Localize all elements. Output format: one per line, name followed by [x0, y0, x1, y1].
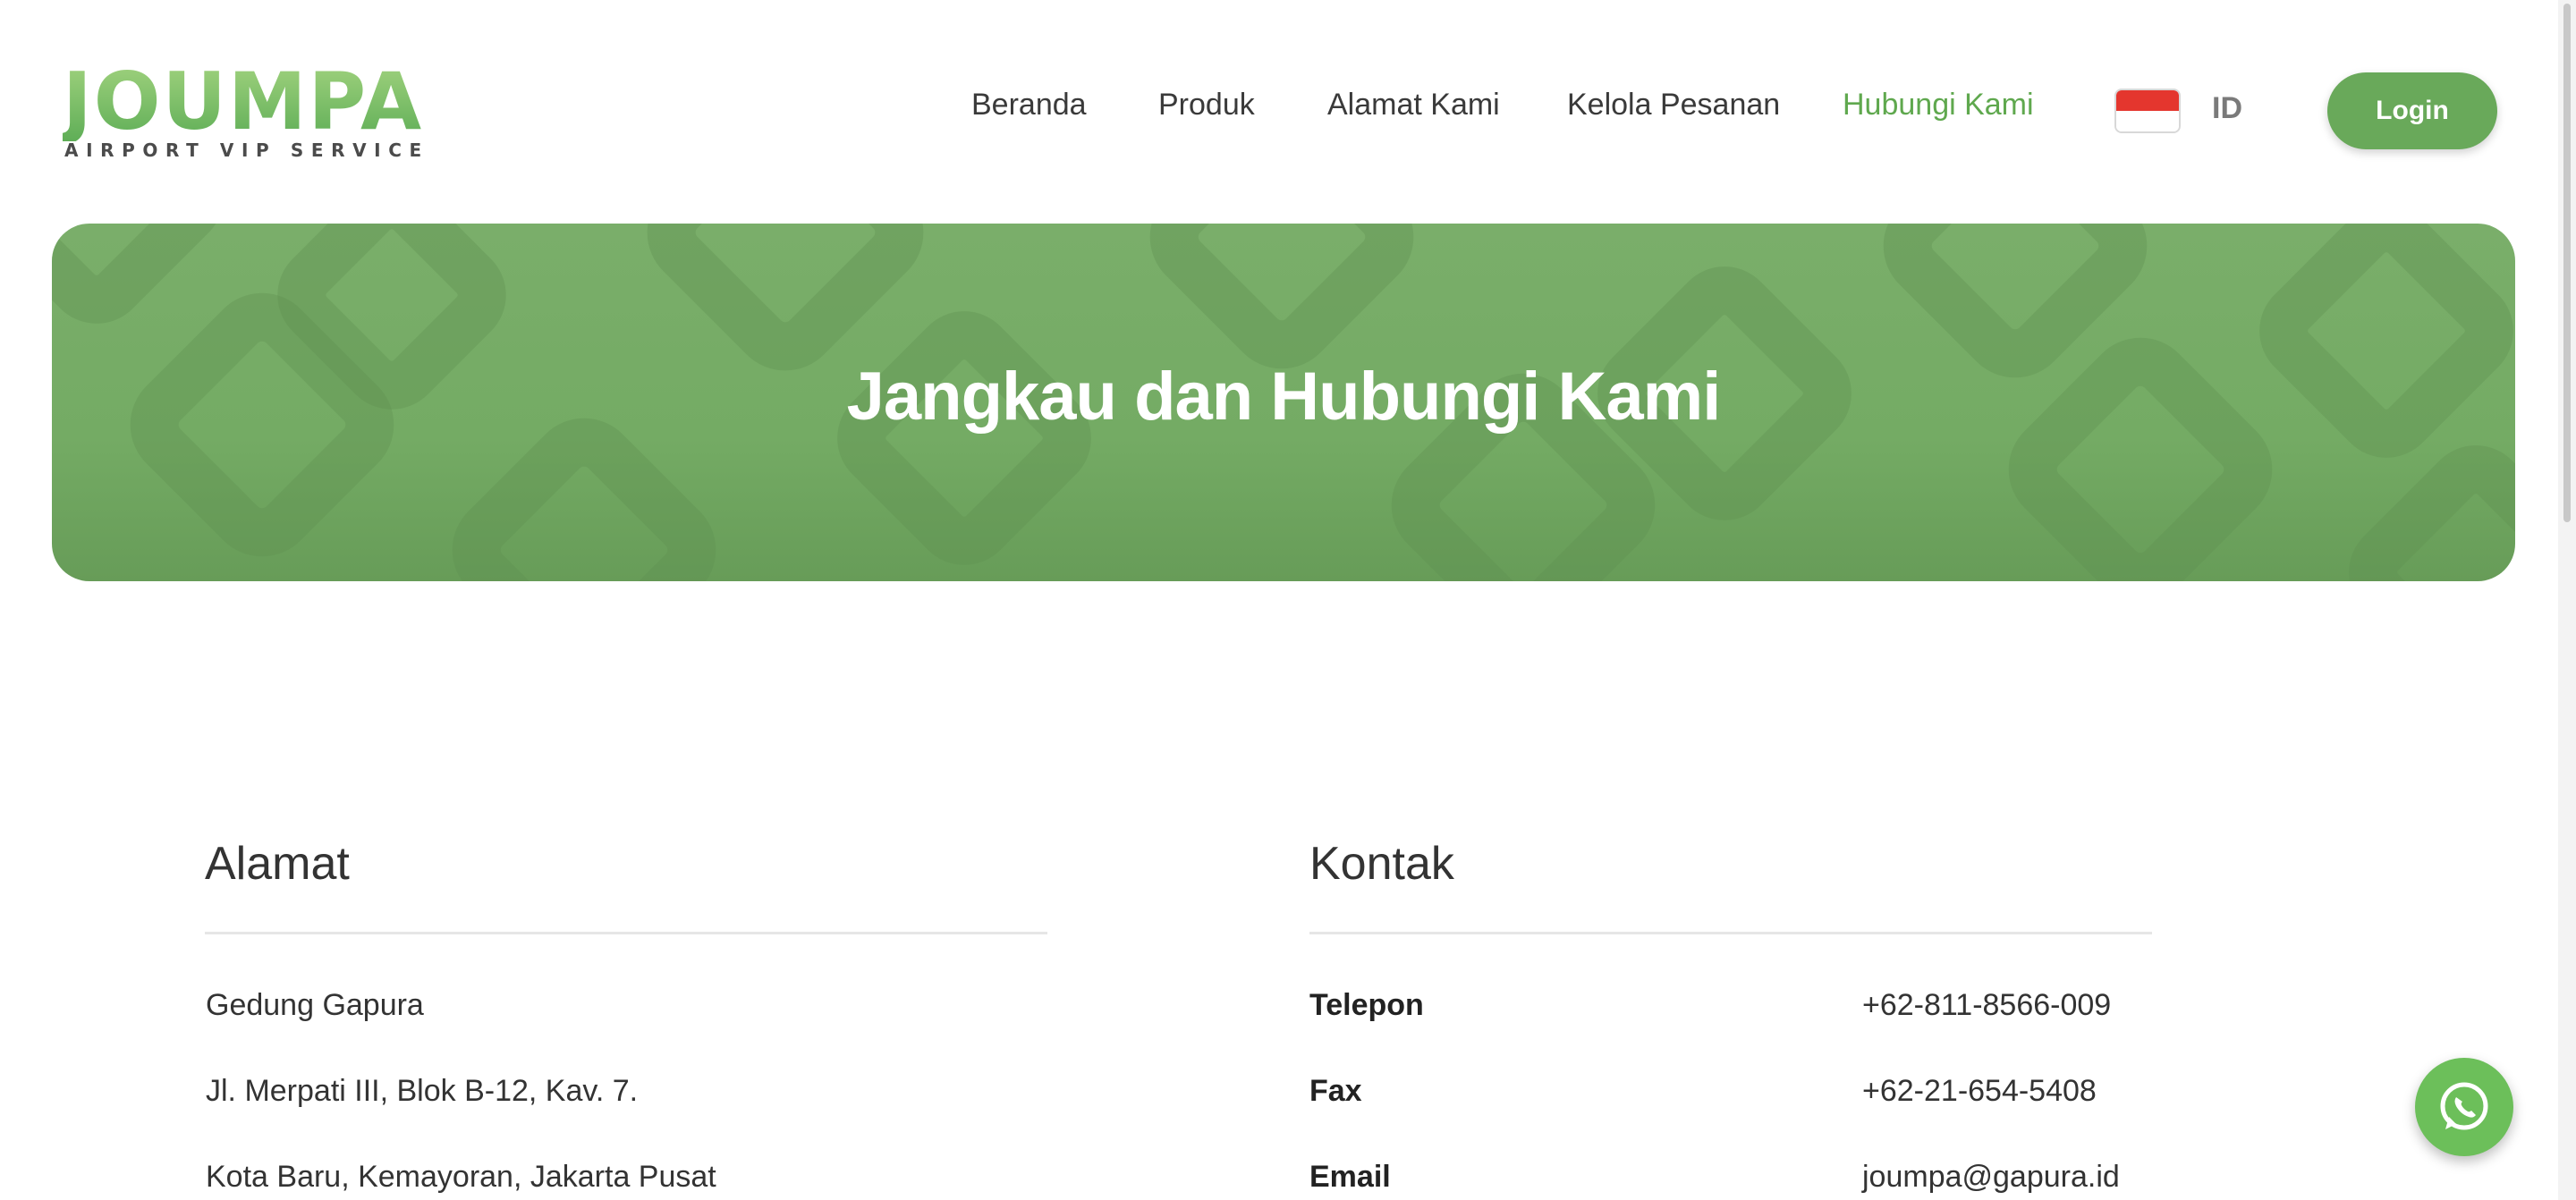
- nav-produk[interactable]: Produk: [1158, 88, 1255, 123]
- contact-heading: Kontak: [1309, 838, 1454, 890]
- fax-value: +62-21-654-5408: [1862, 1074, 2097, 1108]
- joumpa-logo[interactable]: JOUMPA AIRPORT VIP SERVICE: [63, 63, 421, 162]
- logo-tagline: AIRPORT VIP SERVICE: [64, 139, 429, 161]
- contact-section: Kontak Telepon +62-811-8566-009 Fax +62-…: [1309, 838, 2152, 1194]
- nav-hubungi-kami[interactable]: Hubungi Kami: [1843, 88, 2034, 123]
- login-button[interactable]: Login: [2327, 72, 2497, 149]
- language-code[interactable]: ID: [2212, 91, 2242, 126]
- whatsapp-icon: [2440, 1082, 2488, 1130]
- address-line: Gedung Gapura: [206, 988, 424, 1022]
- address-line: Kota Baru, Kemayoran, Jakarta Pusat: [206, 1160, 716, 1194]
- logo-wordmark: JOUMPA: [63, 55, 424, 148]
- address-divider: [205, 932, 1047, 934]
- hero-banner: Jangkau dan Hubungi Kami: [52, 224, 2515, 581]
- scrollbar-thumb[interactable]: [2563, 4, 2571, 522]
- whatsapp-button[interactable]: [2415, 1058, 2513, 1156]
- email-value[interactable]: joumpa@gapura.id: [1862, 1160, 2120, 1195]
- address-section: Alamat Gedung Gapura Jl. Merpati III, Bl…: [205, 838, 1047, 1194]
- contact-divider: [1309, 932, 2152, 934]
- site-header: JOUMPA AIRPORT VIP SERVICE Beranda Produ…: [0, 0, 2576, 219]
- address-heading: Alamat: [205, 838, 350, 890]
- indonesia-flag-icon[interactable]: [2114, 89, 2181, 133]
- page-scrollbar[interactable]: [2558, 0, 2576, 1200]
- nav-alamat-kami[interactable]: Alamat Kami: [1327, 88, 1500, 123]
- nav-beranda[interactable]: Beranda: [971, 88, 1087, 123]
- phone-label: Telepon: [1309, 988, 1424, 1022]
- email-label: Email: [1309, 1160, 1391, 1194]
- hero-title: Jangkau dan Hubungi Kami: [846, 359, 1722, 435]
- fax-label: Fax: [1309, 1074, 1362, 1108]
- phone-value[interactable]: +62-811-8566-009: [1862, 988, 2111, 1023]
- nav-kelola-pesanan[interactable]: Kelola Pesanan: [1567, 88, 1780, 123]
- address-line: Jl. Merpati III, Blok B-12, Kav. 7.: [206, 1074, 639, 1108]
